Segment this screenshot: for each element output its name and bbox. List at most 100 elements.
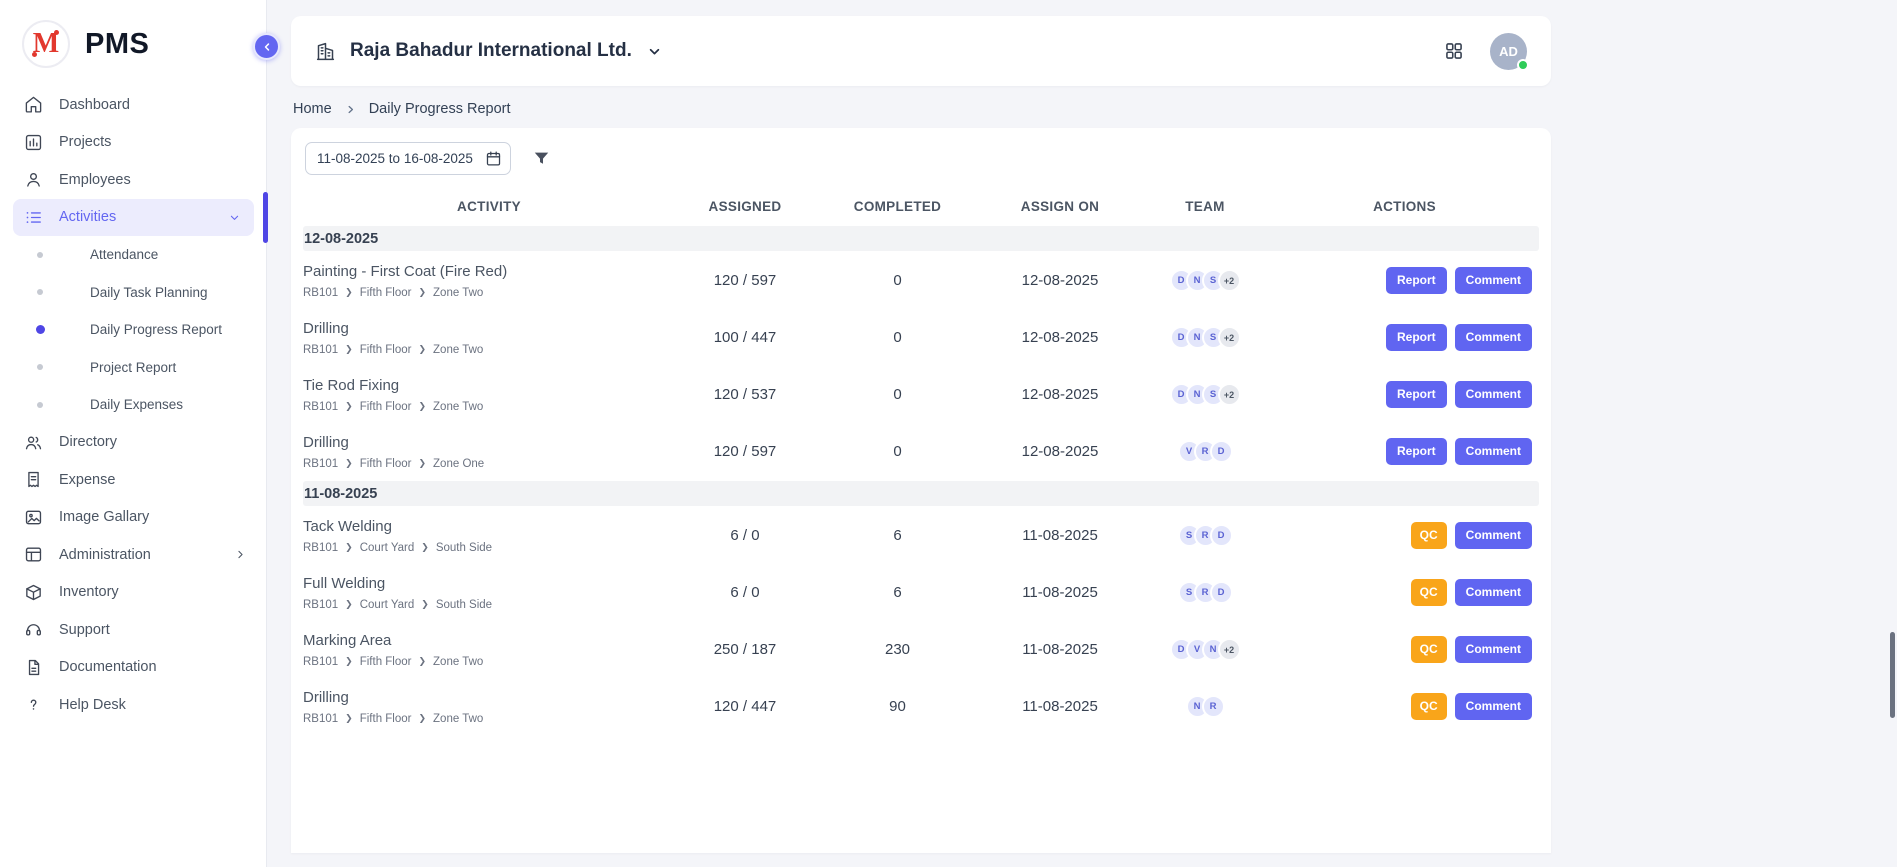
location-crumb: RB101: [303, 344, 338, 356]
comment-button[interactable]: Comment: [1455, 438, 1532, 464]
location-crumb: Zone Two: [433, 656, 483, 668]
date-range-input[interactable]: [305, 142, 511, 175]
qc-button[interactable]: QC: [1411, 693, 1447, 719]
sidebar-item-directory[interactable]: Directory: [0, 424, 266, 462]
location-crumb: RB101: [303, 599, 338, 611]
team-avatar: D: [1210, 581, 1233, 604]
qc-button[interactable]: QC: [1411, 522, 1447, 548]
sidebar-item-help-desk[interactable]: Help Desk: [0, 686, 266, 724]
activity-title: Full Welding: [303, 575, 665, 592]
sidebar-item-label: Help Desk: [59, 697, 126, 713]
user-avatar[interactable]: AD: [1490, 33, 1527, 70]
help-desk-icon: [24, 695, 43, 714]
sidebar-collapse-button[interactable]: [253, 33, 280, 60]
chevron-right-icon: ❯: [345, 402, 353, 411]
activity-location-path: RB101❯Court Yard❯South Side: [303, 542, 665, 554]
location-crumb: RB101: [303, 458, 338, 470]
activity-title: Drilling: [303, 689, 665, 706]
team-cell: NR: [1140, 695, 1270, 718]
assigned-value: 120 / 597: [675, 443, 815, 460]
table-row: Drilling RB101❯Fifth Floor❯Zone One 120 …: [303, 423, 1539, 480]
column-header-completed: COMPLETED: [815, 199, 980, 214]
sidebar-item-activities[interactable]: Activities: [13, 199, 254, 237]
activity-title: Tack Welding: [303, 518, 665, 535]
chevron-right-icon: ❯: [345, 714, 353, 723]
chevron-right-icon: ❯: [345, 288, 353, 297]
table-row: Tack Welding RB101❯Court Yard❯South Side…: [303, 507, 1539, 564]
filter-button[interactable]: [532, 149, 551, 168]
online-status-dot: [1517, 59, 1529, 71]
table-toolbar: [303, 142, 1539, 175]
report-button[interactable]: Report: [1386, 438, 1447, 464]
sidebar-item-dashboard[interactable]: Dashboard: [0, 86, 266, 124]
sidebar-item-label: Employees: [59, 172, 131, 188]
sidebar-item-support[interactable]: Support: [0, 611, 266, 649]
report-button[interactable]: Report: [1386, 267, 1447, 293]
comment-button[interactable]: Comment: [1455, 324, 1532, 350]
comment-button[interactable]: Comment: [1455, 267, 1532, 293]
sidebar-item-label: Directory: [59, 434, 117, 450]
qc-button[interactable]: QC: [1411, 636, 1447, 662]
sidebar-item-expense[interactable]: Expense: [0, 461, 266, 499]
bullet-icon: [37, 289, 43, 295]
sidebar-subitem-attendance[interactable]: Attendance: [0, 236, 266, 274]
sidebar-item-employees[interactable]: Employees: [0, 161, 266, 199]
chevron-right-icon: ❯: [418, 657, 426, 666]
sidebar-item-administration[interactable]: Administration: [0, 536, 266, 574]
chevron-right-icon: ❯: [345, 543, 353, 552]
actions-cell: QC Comment: [1270, 636, 1539, 662]
sidebar-item-inventory[interactable]: Inventory: [0, 574, 266, 612]
report-button[interactable]: Report: [1386, 324, 1447, 350]
completed-value: 90: [815, 698, 980, 715]
location-crumb: Court Yard: [360, 542, 415, 554]
activity-title: Marking Area: [303, 632, 665, 649]
bullet-icon: [37, 252, 43, 258]
activity-cell: Tie Rod Fixing RB101❯Fifth Floor❯Zone Tw…: [303, 377, 675, 413]
image-gallery-icon: [24, 508, 43, 527]
sidebar-subitem-daily-task-planning[interactable]: Daily Task Planning: [0, 274, 266, 312]
sidebar-item-image-gallary[interactable]: Image Gallary: [0, 499, 266, 537]
sidebar-subitem-daily-expenses[interactable]: Daily Expenses: [0, 386, 266, 424]
bullet-icon: [37, 364, 43, 370]
table-row: Drilling RB101❯Fifth Floor❯Zone Two 100 …: [303, 309, 1539, 366]
chevron-right-icon: ❯: [345, 657, 353, 666]
apps-grid-button[interactable]: [1444, 41, 1464, 61]
top-header-bar: Raja Bahadur International Ltd. AD: [291, 16, 1551, 86]
table-row: Tie Rod Fixing RB101❯Fifth Floor❯Zone Tw…: [303, 366, 1539, 423]
column-header-assigned: ASSIGNED: [675, 199, 815, 214]
app-name: PMS: [85, 28, 149, 61]
comment-button[interactable]: Comment: [1455, 522, 1532, 548]
activity-title: Painting - First Coat (Fire Red): [303, 263, 665, 280]
sidebar-item-projects[interactable]: Projects: [0, 124, 266, 162]
avatar-initials: AD: [1499, 44, 1518, 59]
logo-dot: [54, 30, 59, 35]
assign-on-value: 11-08-2025: [980, 584, 1140, 601]
assigned-value: 250 / 187: [675, 641, 815, 658]
company-name: Raja Bahadur International Ltd.: [350, 40, 632, 62]
actions-cell: Report Comment: [1270, 267, 1539, 293]
chevron-right-icon: ❯: [345, 345, 353, 354]
activity-location-path: RB101❯Fifth Floor❯Zone Two: [303, 401, 665, 413]
team-avatar: D: [1210, 440, 1233, 463]
comment-button[interactable]: Comment: [1455, 381, 1532, 407]
team-extra-badge: +2: [1218, 638, 1241, 661]
assigned-value: 120 / 537: [675, 386, 815, 403]
comment-button[interactable]: Comment: [1455, 693, 1532, 719]
company-selector[interactable]: Raja Bahadur International Ltd.: [315, 40, 663, 62]
column-header-assign-on: ASSIGN ON: [980, 199, 1140, 214]
report-button[interactable]: Report: [1386, 381, 1447, 407]
completed-value: 6: [815, 584, 980, 601]
qc-button[interactable]: QC: [1411, 579, 1447, 605]
page-scrollbar-thumb[interactable]: [1890, 632, 1895, 718]
activity-title: Drilling: [303, 434, 665, 451]
team-extra-badge: +2: [1218, 383, 1241, 406]
sidebar-subitem-daily-progress-report[interactable]: Daily Progress Report: [0, 311, 266, 349]
breadcrumb-home[interactable]: Home: [293, 101, 332, 117]
comment-button[interactable]: Comment: [1455, 579, 1532, 605]
sidebar-nav: DashboardProjects Employees ActivitiesAtte…: [0, 86, 266, 724]
comment-button[interactable]: Comment: [1455, 636, 1532, 662]
completed-value: 0: [815, 329, 980, 346]
sidebar-item-label: Support: [59, 622, 110, 638]
sidebar-item-documentation[interactable]: Documentation: [0, 649, 266, 687]
sidebar-subitem-project-report[interactable]: Project Report: [0, 349, 266, 387]
